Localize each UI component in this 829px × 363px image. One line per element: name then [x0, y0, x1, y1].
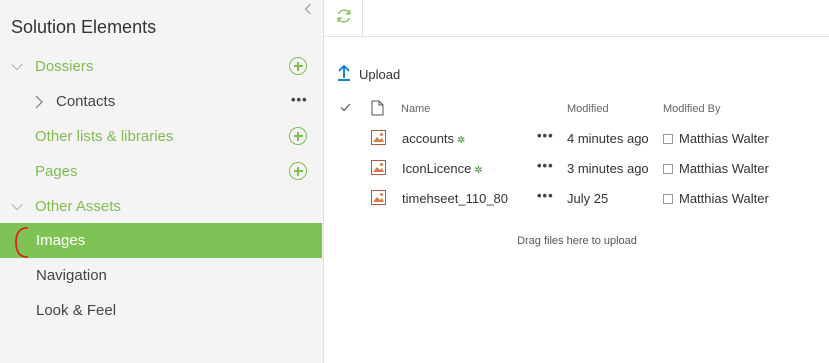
chevron-down-icon[interactable] — [11, 61, 23, 73]
nav-item-label: Contacts — [56, 93, 116, 110]
refresh-button[interactable] — [325, 0, 363, 37]
new-item-icon: ✲ — [474, 165, 483, 176]
file-modified: July 25 — [567, 191, 609, 206]
image-file-icon — [371, 160, 386, 180]
drop-zone-hint: Drag files here to upload — [517, 235, 637, 247]
add-page-button[interactable] — [289, 162, 307, 180]
column-header-name[interactable]: Name — [401, 103, 430, 115]
nav-item-pages[interactable]: Pages — [0, 154, 322, 189]
row-more-button[interactable]: ••• — [537, 188, 554, 203]
table-row[interactable]: accounts ✲ ••• 4 minutes ago Matthias Wal… — [330, 124, 829, 154]
chevron-left-icon — [304, 2, 312, 18]
new-item-icon: ✲ — [457, 135, 466, 146]
chevron-down-icon[interactable] — [11, 201, 23, 213]
image-file-icon — [371, 130, 386, 150]
left-navigation: Solution Elements Dossiers Contacts ••• … — [0, 0, 324, 363]
person-presence-icon — [663, 164, 673, 174]
nav-item-label: Dossiers — [35, 58, 94, 75]
chevron-right-icon[interactable] — [33, 95, 45, 108]
nav-item-other-lists[interactable]: Other lists & libraries — [0, 119, 322, 154]
file-modified-by[interactable]: Matthias Walter — [679, 191, 769, 206]
upload-arrow-icon — [337, 63, 351, 86]
command-bar — [325, 0, 829, 37]
add-list-button[interactable] — [289, 127, 307, 145]
file-modified: 3 minutes ago — [567, 161, 649, 176]
image-file-icon — [371, 190, 386, 210]
nav-item-contacts[interactable]: Contacts ••• — [0, 84, 322, 119]
file-modified: 4 minutes ago — [567, 131, 649, 146]
file-name[interactable]: accounts ✲ — [402, 131, 465, 146]
upload-button[interactable]: Upload — [337, 64, 400, 84]
row-more-button[interactable]: ••• — [537, 128, 554, 143]
add-dossier-button[interactable] — [289, 57, 307, 75]
contacts-more-button[interactable]: ••• — [291, 92, 308, 107]
nav-item-images[interactable]: Images — [0, 223, 322, 258]
nav-item-other-assets[interactable]: Other Assets — [0, 189, 322, 224]
nav-item-dossiers[interactable]: Dossiers — [0, 49, 322, 84]
upload-label: Upload — [359, 66, 401, 82]
file-type-header-icon[interactable] — [371, 100, 384, 121]
column-header-modified[interactable]: Modified — [567, 103, 609, 115]
select-all-checkmark-icon[interactable] — [340, 103, 351, 115]
table-row[interactable]: IconLicence ✲ ••• 3 minutes ago Matthias … — [330, 154, 829, 184]
refresh-icon — [335, 7, 353, 30]
nav-item-label: Pages — [35, 163, 78, 180]
file-modified-by[interactable]: Matthias Walter — [679, 131, 769, 146]
nav-item-label: Images — [36, 232, 86, 249]
person-presence-icon — [663, 194, 673, 204]
person-presence-icon — [663, 134, 673, 144]
file-modified-by[interactable]: Matthias Walter — [679, 161, 769, 176]
collapse-nav-button[interactable] — [299, 1, 317, 19]
table-row[interactable]: timehseet_110_80 ••• July 25 Matthias Wa… — [330, 184, 829, 214]
red-annotation-mark — [13, 226, 29, 265]
column-header-modified-by[interactable]: Modified By — [663, 103, 720, 115]
sidebar-title: Solution Elements — [11, 17, 157, 37]
nav-item-label: Other Assets — [35, 198, 121, 215]
nav-item-label: Look & Feel — [36, 302, 117, 319]
nav-item-navigation[interactable]: Navigation — [0, 258, 322, 293]
nav-item-look-and-feel[interactable]: Look & Feel — [0, 293, 322, 328]
nav-item-label: Other lists & libraries — [35, 128, 174, 145]
file-name[interactable]: IconLicence ✲ — [402, 161, 483, 176]
row-more-button[interactable]: ••• — [537, 158, 554, 173]
file-name[interactable]: timehseet_110_80 — [402, 191, 508, 206]
nav-item-label: Navigation — [36, 267, 107, 284]
